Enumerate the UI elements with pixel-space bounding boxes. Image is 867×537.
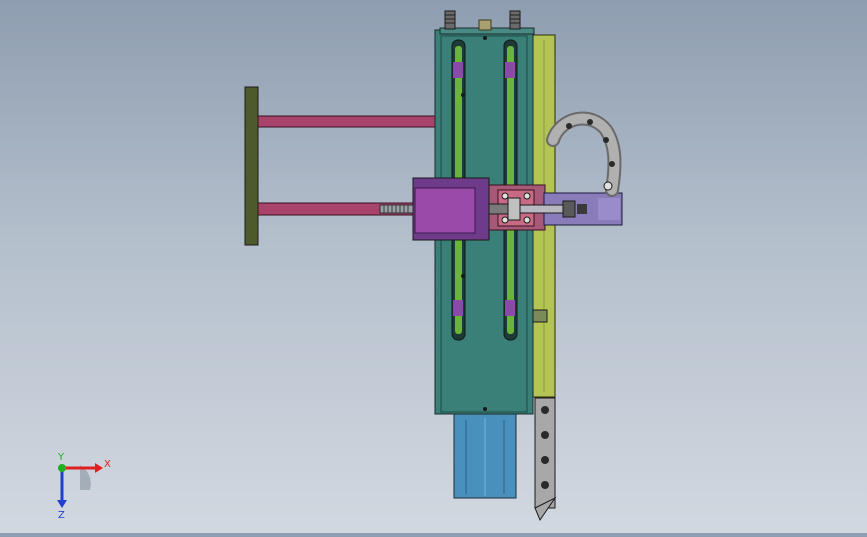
cad-graphics-viewport[interactable]: [0, 0, 867, 533]
rod-nut[interactable]: [562, 200, 576, 218]
center-top-fitting[interactable]: [478, 19, 492, 31]
z-axis-label: Z: [58, 510, 65, 521]
coordinate-triad: X Y Z: [40, 450, 120, 525]
cable-chain-upper[interactable]: [546, 111, 622, 197]
axis-triad-graphic: X Y Z: [57, 452, 111, 521]
right-top-spring[interactable]: [509, 10, 521, 30]
upper-guide-rod[interactable]: [257, 115, 437, 128]
rail-bracket[interactable]: [532, 309, 548, 323]
y-axis-dot: [58, 464, 66, 472]
cable-chain-lower[interactable]: [534, 397, 557, 522]
x-axis-label: X: [104, 459, 111, 470]
mounting-plate[interactable]: [244, 86, 259, 246]
linear-module-assembly[interactable]: [0, 0, 867, 533]
left-top-spring[interactable]: [444, 10, 456, 30]
y-axis-label: Y: [57, 452, 65, 463]
